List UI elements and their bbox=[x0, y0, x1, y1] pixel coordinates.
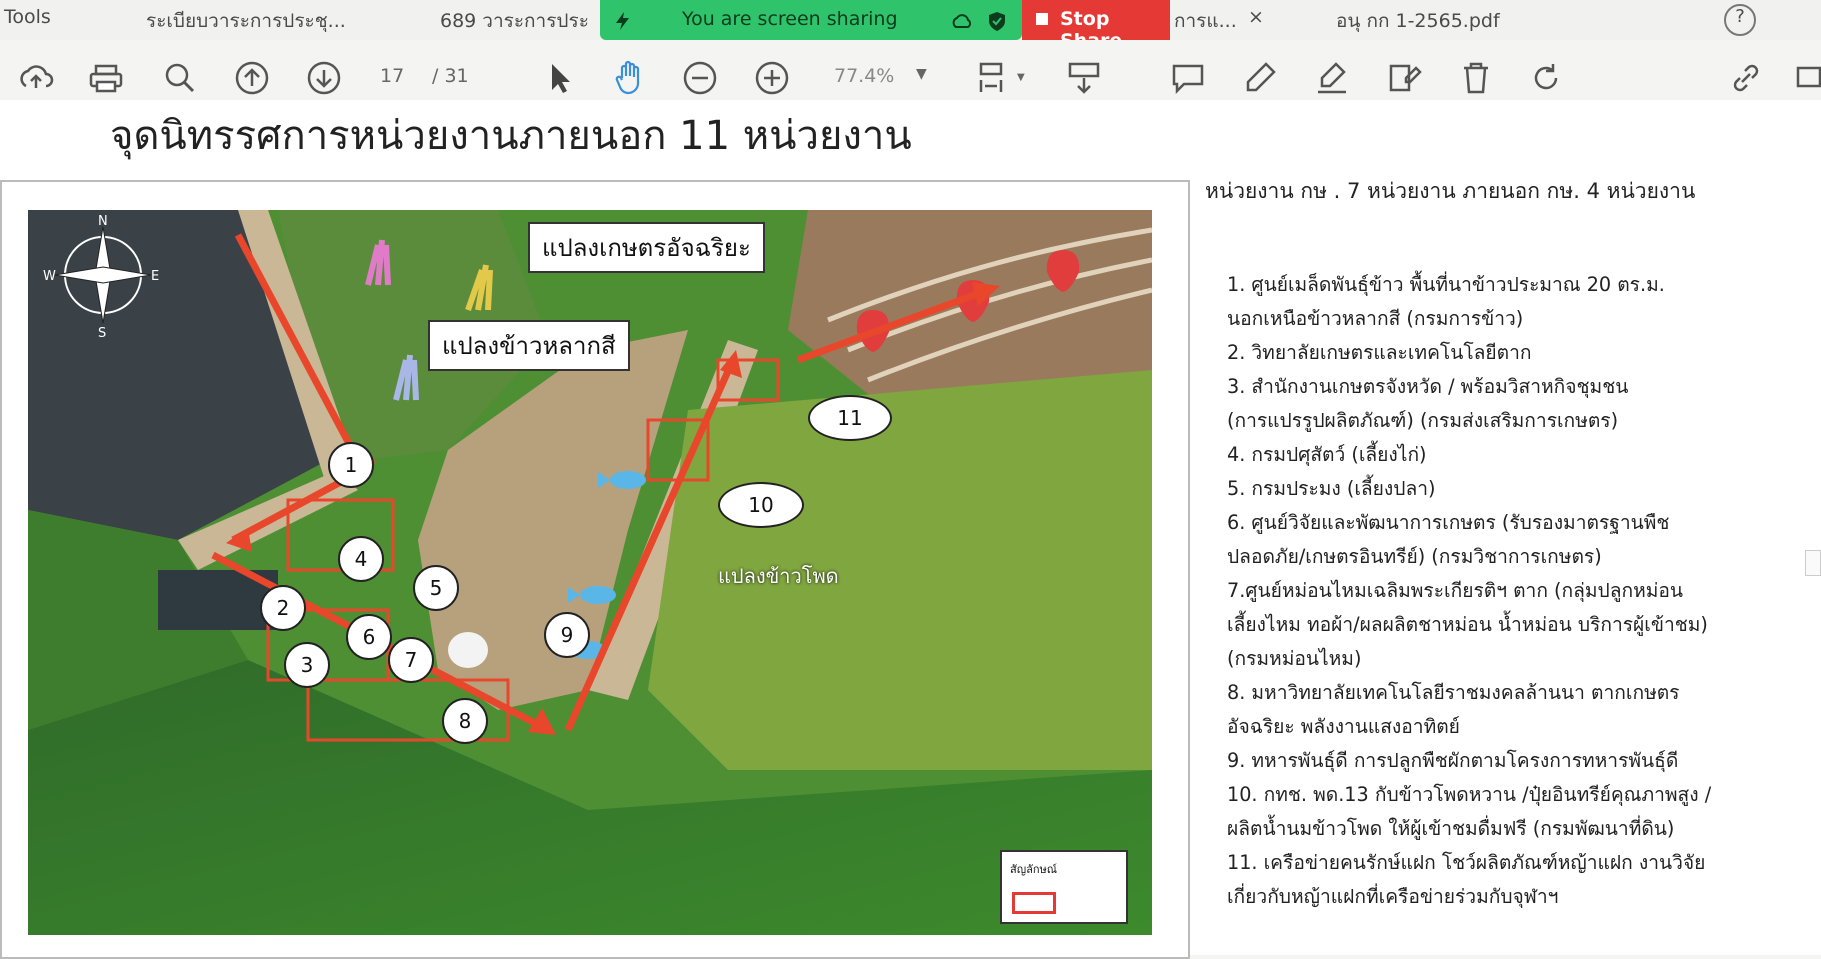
map-marker-11[interactable]: 11 bbox=[808, 395, 892, 441]
agency-list: 1. ศูนย์เมล็ดพันธุ์ข้าว พื้นที่นาข้าวประ… bbox=[1227, 268, 1817, 914]
tab-tools[interactable]: Tools bbox=[4, 6, 51, 28]
rotate-icon[interactable] bbox=[1526, 58, 1566, 98]
list-item: 6. ศูนย์วิจัยและพัฒนาการเกษตร (รับรองมาต… bbox=[1227, 511, 1670, 534]
page-title: จุดนิทรรศการหน่วยงานภายนอก 11 หน่วยงาน bbox=[110, 113, 912, 159]
tab-document-2[interactable]: 689 วาระการประ bbox=[440, 6, 589, 36]
link-icon[interactable] bbox=[1726, 58, 1766, 98]
zoom-out-icon[interactable] bbox=[680, 58, 720, 98]
map-marker-8[interactable]: 8 bbox=[442, 698, 488, 744]
aerial-map-image: N S W E bbox=[28, 210, 1152, 935]
edit-icon[interactable] bbox=[1384, 58, 1424, 98]
map-marker-10[interactable]: 10 bbox=[718, 482, 804, 528]
scroll-mode-icon[interactable] bbox=[1064, 58, 1104, 98]
tab-bar: Tools ระเบียบวาระการประชุ... 689 วาระการ… bbox=[0, 0, 1821, 52]
map-marker-6[interactable]: 6 bbox=[346, 614, 392, 660]
panel-heading: หน่วยงาน กษ . 7 หน่วยงาน ภายนอก กษ. 4 หน… bbox=[1205, 179, 1696, 203]
map-marker-3[interactable]: 3 bbox=[284, 642, 330, 688]
list-item: 7.ศูนย์หม่อนไหมเฉลิมพระเกียรติฯ ตาก (กลุ… bbox=[1227, 579, 1684, 602]
zoom-dropdown-chevron-icon[interactable]: ▼ bbox=[916, 66, 927, 82]
svg-text:W: W bbox=[43, 269, 56, 284]
svg-text:N: N bbox=[98, 214, 108, 229]
chicken-icon bbox=[448, 632, 488, 668]
tab-active-pdf[interactable]: อนุ กก 1-2565.pdf bbox=[1336, 6, 1500, 36]
map-marker-4[interactable]: 4 bbox=[338, 536, 384, 582]
fit-page-icon[interactable] bbox=[972, 58, 1012, 98]
list-item: ปลอดภัย/เกษตรอินทรีย์) (กรมวิชาการเกษตร) bbox=[1227, 545, 1602, 568]
list-item: (กรมหม่อนไหม) bbox=[1227, 647, 1362, 670]
list-item: นอกเหนือข้าวหลากสี (กรมการข้าว) bbox=[1227, 307, 1524, 330]
map-marker-9[interactable]: 9 bbox=[544, 612, 590, 658]
tab-document-1[interactable]: ระเบียบวาระการประชุ... bbox=[146, 6, 346, 36]
search-icon[interactable] bbox=[160, 58, 200, 98]
map-legend: สัญลักษณ์ bbox=[1000, 850, 1128, 924]
map-marker-2[interactable]: 2 bbox=[260, 585, 306, 631]
map-label-corn-field: แปลงข้าวโพด bbox=[718, 564, 839, 588]
page-down-icon[interactable] bbox=[304, 58, 344, 98]
shield-check-icon[interactable] bbox=[986, 10, 1008, 32]
list-item: เลี้ยงไหม ทอผ้า/ผลผลิตชาหม่อน น้ำหม่อน บ… bbox=[1227, 613, 1708, 636]
list-item: 2. วิทยาลัยเกษตรและเทคโนโลยีตาก bbox=[1227, 341, 1532, 364]
list-item: 8. มหาวิทยาลัยเทคโนโลยีราชมงคลล้านนา ตาก… bbox=[1227, 681, 1680, 704]
legend-title: สัญลักษณ์ bbox=[1010, 863, 1057, 876]
delete-icon[interactable] bbox=[1456, 58, 1496, 98]
upload-icon[interactable] bbox=[16, 58, 56, 98]
list-item: 1. ศูนย์เมล็ดพันธุ์ข้าว พื้นที่นาข้าวประ… bbox=[1227, 273, 1665, 296]
stop-square-icon bbox=[1036, 13, 1048, 25]
legend-red-box-swatch bbox=[1012, 892, 1056, 914]
list-item: 5. กรมประมง (เลี้ยงปลา) bbox=[1227, 477, 1436, 500]
page-total: / 31 bbox=[432, 65, 469, 87]
page-up-icon[interactable] bbox=[232, 58, 272, 98]
list-item: ผลิตน้ำนมข้าวโพด ให้ผู้เข้าชมดื่มฟรี (กร… bbox=[1227, 817, 1675, 840]
more-tools-icon[interactable] bbox=[1796, 58, 1821, 98]
hand-icon[interactable] bbox=[610, 58, 650, 98]
screen-share-banner: You are screen sharing bbox=[600, 0, 1022, 40]
svg-text:S: S bbox=[98, 326, 106, 341]
cloud-upload-icon[interactable] bbox=[950, 10, 974, 32]
tab-close-icon[interactable]: × bbox=[1248, 6, 1264, 28]
list-item: (การแปรรูปผลิตภัณฑ์) (กรมส่งเสริมการเกษต… bbox=[1227, 409, 1619, 432]
share-bolt-icon bbox=[616, 12, 629, 30]
scrollbar-thumb[interactable] bbox=[1805, 550, 1821, 576]
map-label-colorful-rice: แปลงข้าวหลากสี bbox=[428, 320, 630, 371]
map-marker-1[interactable]: 1 bbox=[328, 442, 374, 488]
highlight-icon[interactable] bbox=[1240, 58, 1280, 98]
aerial-map: N S W E แปลงเกษตรอัจฉริยะ แปลงข้าวหลากสี… bbox=[28, 210, 1152, 935]
select-arrow-icon[interactable] bbox=[540, 58, 580, 98]
comment-icon[interactable] bbox=[1168, 58, 1208, 98]
list-item: อัจฉริยะ พลังงานแสงอาทิตย์ bbox=[1227, 715, 1460, 738]
list-item: 9. ทหารพันธุ์ดี การปลูกพืชผักตามโครงการท… bbox=[1227, 749, 1679, 772]
stop-share-button[interactable]: Stop Share bbox=[1022, 0, 1170, 52]
page-number-input[interactable]: 17 bbox=[380, 65, 404, 87]
svg-text:E: E bbox=[151, 269, 159, 284]
list-item: เกี่ยวกับหญ้าแฝกที่เครือข่ายร่วมกับจุฬาฯ bbox=[1227, 885, 1559, 908]
list-item: 10. กทช. พด.13 กับข้าวโพดหวาน /ปุ๋ยอินทร… bbox=[1227, 783, 1712, 806]
map-marker-5[interactable]: 5 bbox=[413, 565, 459, 611]
screen-share-text: You are screen sharing bbox=[682, 8, 898, 30]
zoom-in-icon[interactable] bbox=[752, 58, 792, 98]
help-icon[interactable]: ? bbox=[1724, 4, 1756, 36]
print-icon[interactable] bbox=[86, 58, 126, 98]
list-item: 11. เครือข่ายคนรักษ์แฝก โชว์ผลิตภัณฑ์หญ้… bbox=[1227, 851, 1706, 874]
zoom-level-select[interactable]: 77.4% bbox=[834, 65, 894, 87]
sign-icon[interactable] bbox=[1312, 58, 1352, 98]
tab-document-3[interactable]: การแ... bbox=[1174, 6, 1237, 36]
map-marker-7[interactable]: 7 bbox=[388, 637, 434, 683]
fit-dropdown-chevron-icon[interactable]: ▼ bbox=[1017, 72, 1025, 83]
map-label-smart-farm: แปลงเกษตรอัจฉริยะ bbox=[528, 222, 765, 273]
list-item: 4. กรมปศุสัตว์ (เลี้ยงไก่) bbox=[1227, 443, 1427, 466]
list-item: 3. สำนักงานเกษตรจังหวัด / พร้อมวิสาหกิจช… bbox=[1227, 375, 1629, 398]
